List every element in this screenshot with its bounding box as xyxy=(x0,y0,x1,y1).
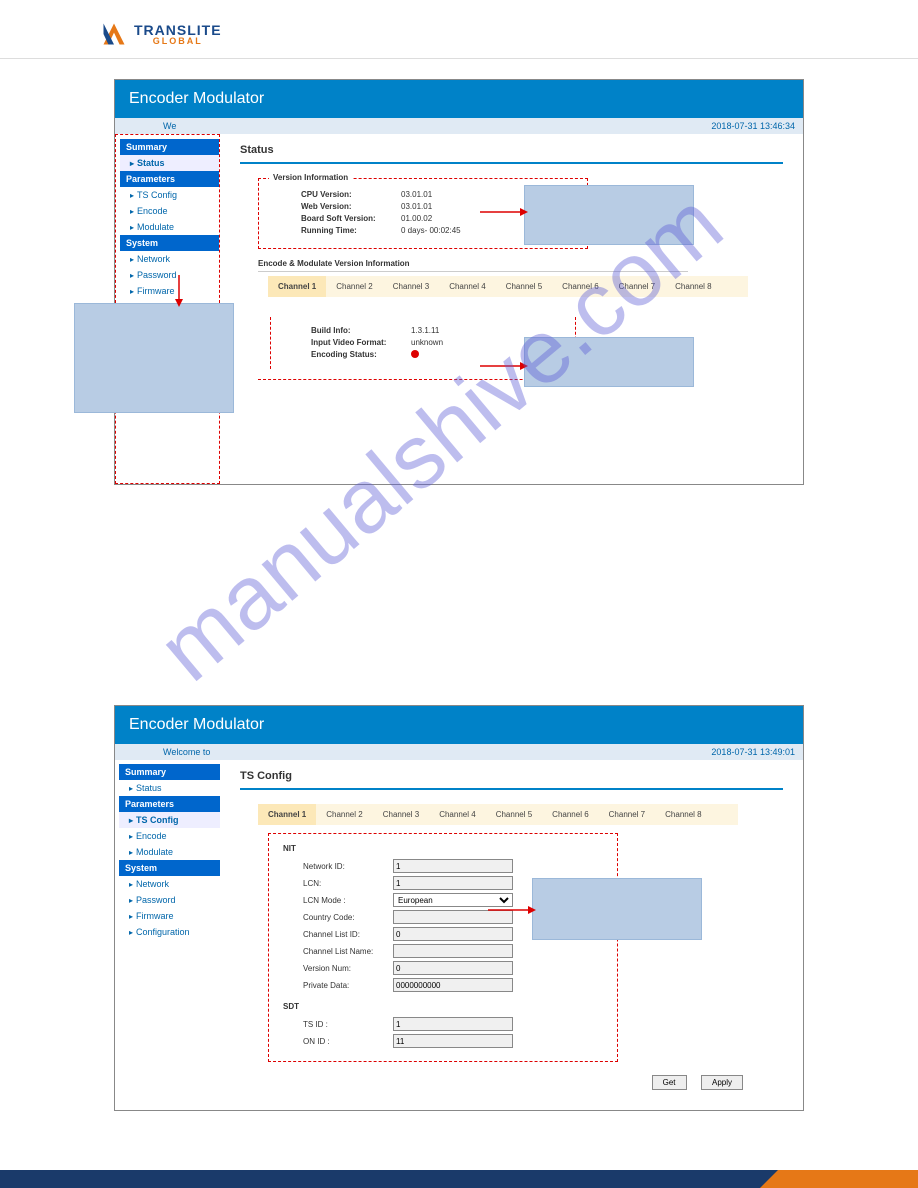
nav2-summary-h: Summary xyxy=(119,764,220,780)
logo-sub-text: GLOBAL xyxy=(134,37,222,46)
nav-parameters-h: Parameters xyxy=(120,171,219,187)
lcn-input[interactable] xyxy=(393,876,513,890)
chlist-name-input[interactable] xyxy=(393,944,513,958)
nit-heading: NIT xyxy=(283,844,603,853)
nav-status[interactable]: Status xyxy=(120,155,219,171)
logo-icon xyxy=(100,20,128,48)
version-input[interactable] xyxy=(393,961,513,975)
apply-button[interactable]: Apply xyxy=(701,1075,743,1090)
tab2-ch1[interactable]: Channel 1 xyxy=(258,804,316,825)
page-title-1: Status xyxy=(240,144,783,156)
tab2-ch8[interactable]: Channel 8 xyxy=(655,804,711,825)
sdt-heading: SDT xyxy=(283,1002,603,1011)
board-label: Board Soft Version: xyxy=(271,214,401,223)
tab-ch4[interactable]: Channel 4 xyxy=(439,276,495,297)
nav2-parameters-h: Parameters xyxy=(119,796,220,812)
build-val: 1.3.1.11 xyxy=(411,326,565,335)
nav-system-h: System xyxy=(120,235,219,251)
tab-ch3[interactable]: Channel 3 xyxy=(383,276,439,297)
tsid-label: TS ID : xyxy=(283,1020,393,1029)
tsid-input[interactable] xyxy=(393,1017,513,1031)
network-id-input[interactable] xyxy=(393,859,513,873)
runtime-label: Running Time: xyxy=(271,226,401,235)
modulate-section-head: Encode & Modulate Version Information xyxy=(258,259,688,272)
arrow-4 xyxy=(488,903,536,917)
network-id-label: Network ID: xyxy=(283,862,393,871)
tab2-ch2[interactable]: Channel 2 xyxy=(316,804,372,825)
enc-label: Encoding Status: xyxy=(281,350,411,360)
tab-ch8[interactable]: Channel 8 xyxy=(665,276,721,297)
nav-firmware[interactable]: Firmware xyxy=(120,283,219,299)
tab2-ch7[interactable]: Channel 7 xyxy=(599,804,655,825)
tab-ch1[interactable]: Channel 1 xyxy=(268,276,326,297)
channel-tabs-2: Channel 1 Channel 2 Channel 3 Channel 4 … xyxy=(258,804,738,825)
status-dot-icon xyxy=(411,350,419,358)
logo: TRANSLITE GLOBAL xyxy=(100,20,818,48)
build-label: Build Info: xyxy=(281,326,411,335)
nav-tsconfig[interactable]: TS Config xyxy=(120,187,219,203)
nav-network[interactable]: Network xyxy=(120,251,219,267)
nav2-configuration[interactable]: Configuration xyxy=(119,924,220,940)
callout-box-mid xyxy=(524,337,694,387)
nav2-system-h: System xyxy=(119,860,220,876)
timestamp-2: 2018-07-31 13:49:01 xyxy=(711,747,795,757)
nav-modulate[interactable]: Modulate xyxy=(120,219,219,235)
nav-password[interactable]: Password xyxy=(120,267,219,283)
private-input[interactable] xyxy=(393,978,513,992)
country-label: Country Code: xyxy=(283,913,393,922)
lcn-label: LCN: xyxy=(283,879,393,888)
get-button[interactable]: Get xyxy=(652,1075,687,1090)
lcnmode-label: LCN Mode : xyxy=(283,896,393,905)
callout-box-left xyxy=(74,303,234,413)
callout-box-top xyxy=(524,185,694,245)
web-label: Web Version: xyxy=(271,202,401,211)
onid-label: ON ID : xyxy=(283,1037,393,1046)
tab-ch6[interactable]: Channel 6 xyxy=(552,276,608,297)
channel-tabs-1: Channel 1 Channel 2 Channel 3 Channel 4 … xyxy=(268,276,748,297)
private-label: Private Data: xyxy=(283,981,393,990)
version-label: Version Num: xyxy=(283,964,393,973)
page-title-2: TS Config xyxy=(240,770,783,782)
nav2-modulate[interactable]: Modulate xyxy=(119,844,220,860)
chlist-id-input[interactable] xyxy=(393,927,513,941)
nav-summary-h: Summary xyxy=(120,139,219,155)
welcome-text-1: We xyxy=(163,121,176,131)
cpu-label: CPU Version: xyxy=(271,190,401,199)
nav-encode[interactable]: Encode xyxy=(120,203,219,219)
tab2-ch5[interactable]: Channel 5 xyxy=(486,804,542,825)
tab-ch5[interactable]: Channel 5 xyxy=(496,276,552,297)
version-legend: Version Information xyxy=(269,173,352,182)
arrow-3 xyxy=(172,275,186,307)
chlist-id-label: Channel List ID: xyxy=(283,930,393,939)
screenshot-2-container: Encoder Modulator Welcome to 2018-07-31 … xyxy=(114,705,804,1111)
tab2-ch4[interactable]: Channel 4 xyxy=(429,804,485,825)
tab2-ch6[interactable]: Channel 6 xyxy=(542,804,598,825)
onid-input[interactable] xyxy=(393,1034,513,1048)
tab2-ch3[interactable]: Channel 3 xyxy=(373,804,429,825)
nav2-network[interactable]: Network xyxy=(119,876,220,892)
nav2-encode[interactable]: Encode xyxy=(119,828,220,844)
nav2-password[interactable]: Password xyxy=(119,892,220,908)
ivf-label: Input Video Format: xyxy=(281,338,411,347)
timestamp-1: 2018-07-31 13:46:34 xyxy=(711,121,795,131)
tab-ch2[interactable]: Channel 2 xyxy=(326,276,382,297)
doc-header: TRANSLITE GLOBAL xyxy=(0,0,918,59)
arrow-2 xyxy=(480,359,528,373)
app-title-1: Encoder Modulator xyxy=(115,80,803,118)
app-title-2: Encoder Modulator xyxy=(115,706,803,744)
screenshot-1-container: Encoder Modulator We 2018-07-31 13:46:34… xyxy=(114,79,804,485)
nav2-status[interactable]: Status xyxy=(119,780,220,796)
tsconfig-form: NIT Network ID: LCN: LCN Mode :European … xyxy=(268,833,618,1062)
footer-bar xyxy=(0,1170,918,1188)
nav2-firmware[interactable]: Firmware xyxy=(119,908,220,924)
nav2-tsconfig[interactable]: TS Config xyxy=(119,812,220,828)
welcome-text-2: Welcome to xyxy=(163,747,210,757)
logo-main-text: TRANSLITE xyxy=(134,23,222,37)
sidebar-2: Summary Status Parameters TS Config Enco… xyxy=(115,760,220,1110)
arrow-1 xyxy=(480,205,528,219)
callout-box-2 xyxy=(532,878,702,940)
chlist-name-label: Channel List Name: xyxy=(283,947,393,956)
tab-ch7[interactable]: Channel 7 xyxy=(609,276,665,297)
